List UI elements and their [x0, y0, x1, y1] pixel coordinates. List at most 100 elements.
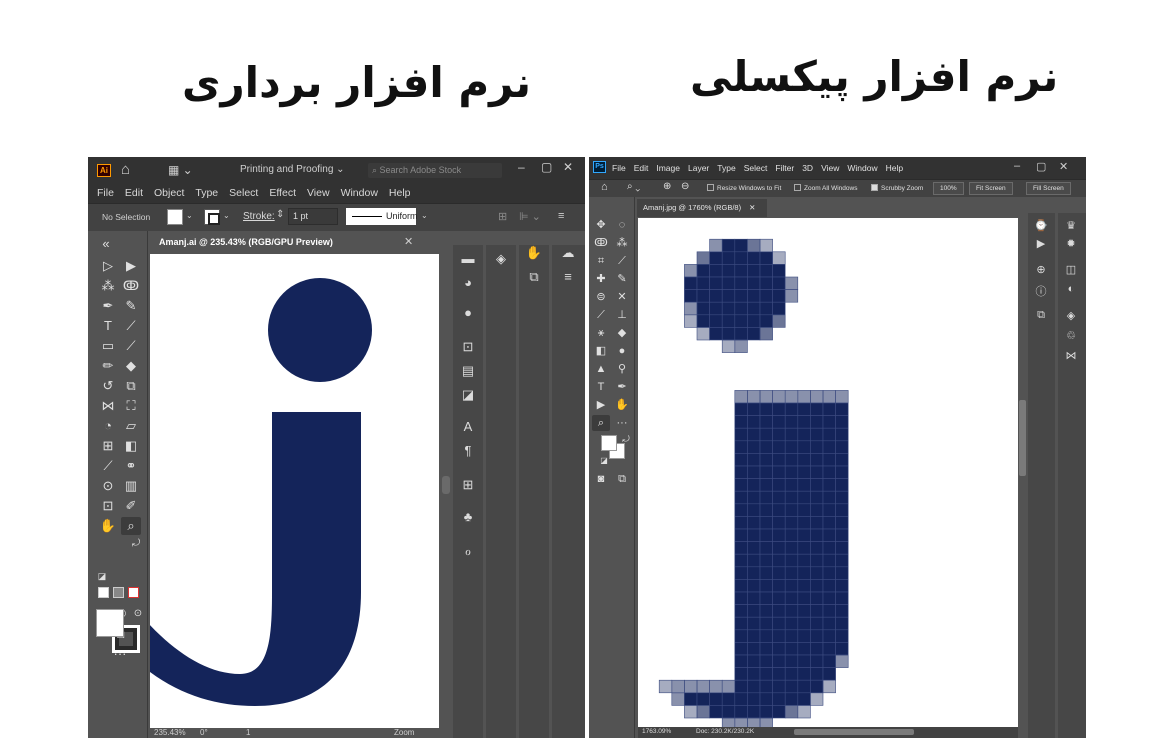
selection-tool-icon[interactable]: ▷ [98, 257, 118, 275]
paintbrush-tool-icon[interactable]: ⟋ [121, 337, 141, 355]
brush-settings-icon[interactable]: ♛ [1062, 219, 1080, 232]
menu-effect[interactable]: Effect [269, 187, 296, 199]
dodge-tool-icon[interactable]: ⚲ [613, 361, 631, 377]
gradient-mode-icon[interactable] [113, 587, 124, 598]
menu-type[interactable]: Type [717, 163, 735, 173]
adjustments-panel-icon[interactable]: ◐ [1062, 283, 1080, 295]
menu-edit[interactable]: Edit [634, 163, 649, 173]
photoshop-vertical-scrollbar[interactable] [1018, 218, 1027, 727]
asset-export-icon[interactable]: ⧉ [524, 269, 544, 285]
stroke-dropdown-icon[interactable]: ⌄ [223, 211, 230, 220]
marquee-tool-icon[interactable]: ◌ [613, 217, 631, 233]
minimize-icon[interactable]: – [1014, 160, 1020, 172]
appearance-panel-icon[interactable]: ● [458, 305, 478, 320]
magic-wand-icon[interactable]: ⁂ [98, 277, 118, 295]
align-icon[interactable]: ⊫ ⌄ [519, 210, 541, 223]
stroke-label[interactable]: Stroke: [243, 211, 275, 222]
zoom-in-icon[interactable]: ⊕ [663, 181, 671, 192]
pen-tool-icon[interactable]: ✒ [613, 379, 631, 395]
profile-dropdown-icon[interactable]: ⌄ [421, 211, 428, 220]
history-panel-icon[interactable]: ⌚ [1032, 219, 1050, 232]
rotate-tool-icon[interactable]: ↺ [98, 377, 118, 395]
stamp-icon[interactable]: ⊥ [613, 307, 631, 323]
swap-colors-icon[interactable]: ⤾ [126, 535, 146, 553]
lasso-tool-icon[interactable]: ↂ [121, 277, 141, 295]
eyedropper-icon[interactable]: ⟋ [613, 253, 631, 269]
menu-help[interactable]: Help [886, 163, 903, 173]
info-panel-icon[interactable]: ⓘ [1032, 283, 1050, 299]
pen-tool-icon[interactable]: ✒ [98, 297, 118, 315]
collapse-icon[interactable]: « [96, 235, 116, 253]
draw-inside-icon[interactable]: ⊙ [128, 605, 148, 623]
properties-panel-icon[interactable]: ⧉ [1032, 309, 1050, 322]
resize-windows-checkbox[interactable]: Resize Windows to Fit [707, 184, 781, 192]
move-tool-icon[interactable]: ✥ [592, 217, 610, 233]
menu-layer[interactable]: Layer [688, 163, 709, 173]
color-mode-icon[interactable] [98, 587, 109, 598]
close-icon[interactable]: ✕ [563, 160, 573, 174]
hand-tool-icon[interactable]: ✋ [613, 397, 631, 413]
crop-tool-icon[interactable]: ⌗ [592, 253, 610, 269]
column-graph-icon[interactable]: ▥ [121, 477, 141, 495]
properties-panel-icon[interactable]: ≡ [558, 269, 578, 284]
default-colors-icon[interactable]: ◪ [92, 567, 112, 585]
line-tool-icon[interactable]: ⟋ [121, 317, 141, 335]
history-brush-icon[interactable]: ✕ [613, 289, 631, 305]
arrange-documents-icon[interactable]: ▦ ⌄ [168, 163, 193, 177]
paths-panel-icon[interactable]: ⋈ [1062, 349, 1080, 362]
workspace-switcher[interactable]: Printing and Proofing ⌄ [240, 164, 345, 175]
artboards-panel-icon[interactable]: ⊞ [458, 477, 478, 493]
foreground-color-icon[interactable] [601, 435, 617, 451]
free-transform-icon[interactable]: ⛶ [121, 397, 141, 415]
rectangle-tool-icon[interactable]: ▭ [98, 337, 118, 355]
menu-edit[interactable]: Edit [125, 187, 143, 199]
rotation-value[interactable]: 0° [200, 728, 208, 737]
zoom-all-checkbox[interactable]: Zoom All Windows [794, 184, 857, 192]
menu-image[interactable]: Image [656, 163, 680, 173]
stroke-spinner-icon[interactable]: ⇕ [276, 209, 284, 220]
transform-icon[interactable]: ⊞ [498, 210, 507, 223]
menu-file[interactable]: File [612, 163, 626, 173]
blur-tool-icon[interactable]: ● [613, 343, 631, 359]
art-history-icon[interactable]: ⚹ [592, 325, 610, 341]
actions-panel-icon[interactable]: ▶ [1032, 237, 1050, 250]
close-document-icon[interactable]: ✕ [749, 203, 755, 212]
menu-file[interactable]: File [97, 187, 114, 199]
menu-view[interactable]: View [821, 163, 839, 173]
symbol-sprayer-icon[interactable]: ⊙ [98, 477, 118, 495]
hundred-percent-button[interactable]: 100% [933, 182, 964, 195]
transparency-panel-icon[interactable]: ◕ [458, 275, 478, 290]
pencil-icon[interactable]: ⟋ [592, 307, 610, 323]
type-tool-icon[interactable]: T [592, 379, 610, 395]
shape-builder-icon[interactable]: ◔ [98, 417, 118, 435]
home-icon[interactable]: ⌂ [601, 181, 608, 193]
stroke-weight-field[interactable]: 1 pt [288, 208, 338, 225]
zoom-out-icon[interactable]: ⊖ [681, 181, 689, 192]
direct-selection-tool-icon[interactable]: ▶ [121, 257, 141, 275]
transform-panel-icon[interactable]: ⊡ [458, 339, 478, 355]
curvature-tool-icon[interactable]: ✎ [121, 297, 141, 315]
gradient-tool-icon[interactable]: ◧ [592, 343, 610, 359]
default-colors-icon[interactable]: ◪ [595, 453, 613, 469]
none-mode-icon[interactable] [128, 587, 139, 598]
path-selection-icon[interactable]: ▶ [592, 397, 610, 413]
home-icon[interactable]: ⌂ [121, 161, 130, 178]
scroll-thumb[interactable] [442, 476, 450, 494]
mesh-tool-icon[interactable]: ⊞ [98, 437, 118, 455]
zoom-tool-icon[interactable]: ⌕ [121, 517, 141, 535]
color-panel-icon[interactable]: ✹ [1062, 237, 1080, 250]
stroke-swatch[interactable] [204, 209, 220, 225]
pathfinder-panel-icon[interactable]: ◪ [458, 387, 478, 403]
eyedropper-icon[interactable]: ⟋ [98, 457, 118, 475]
quick-selection-icon[interactable]: ⁂ [613, 235, 631, 251]
fill-swatch[interactable] [167, 209, 183, 225]
libraries-panel-icon[interactable]: ✋ [524, 245, 544, 261]
color-guide-icon[interactable]: ☁ [558, 245, 578, 261]
symbols-panel-icon[interactable]: ♣ [458, 509, 478, 524]
gradient-panel-icon[interactable]: ▬ [458, 251, 478, 266]
menu-filter[interactable]: Filter [775, 163, 794, 173]
gradient-tool-icon[interactable]: ◧ [121, 437, 141, 455]
close-document-icon[interactable]: ✕ [404, 235, 413, 248]
scale-tool-icon[interactable]: ⧉ [121, 377, 141, 395]
zoom-tool-preset-icon[interactable]: ⌕ ⌄ [627, 181, 640, 192]
